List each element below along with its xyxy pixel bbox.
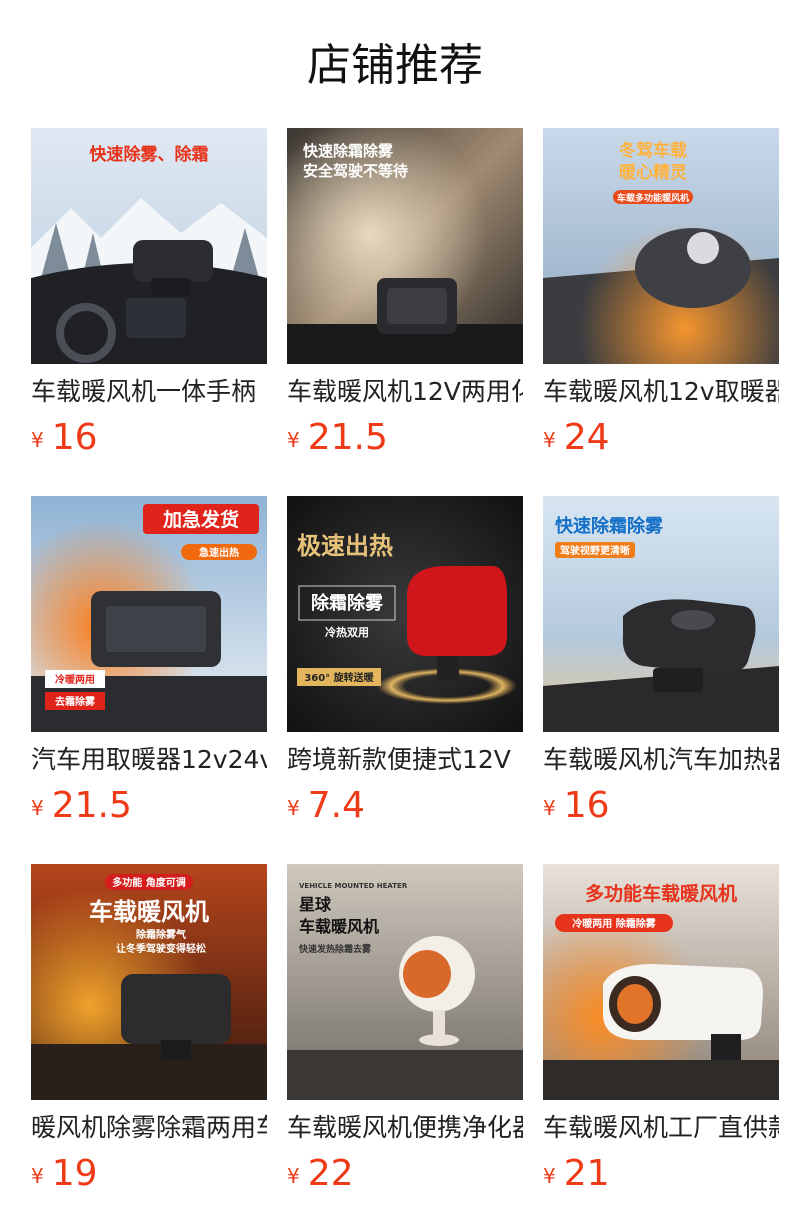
product-name[interactable]: 汽车用取暖器12v24v [31,742,267,778]
banner-line1: 冬驾车载 [619,140,687,161]
product-price: ¥16 [31,416,98,460]
product-price: ¥22 [287,1152,354,1196]
product-name[interactable]: 车载暖风机便携净化器 [287,1110,523,1146]
currency-symbol: ¥ [543,428,556,452]
banner-line1: 极速出热 [297,532,393,560]
product-image[interactable]: 加急发货 急速出热 冷暖两用 去霜除雾 [31,496,267,732]
banner-badge2: 去霜除雾 [55,695,96,708]
product-image[interactable]: 快速除雾、除霜 [31,128,267,364]
product-card[interactable]: 极速出热 除霜除雾 冷热双用 360° 旋转送暖 跨境新款便捷式12V ¥7.4 [287,496,523,836]
currency-symbol: ¥ [31,428,44,452]
banner-line2: 车载暖风机 [299,917,379,936]
product-card[interactable]: 多功能 角度可调 车载暖风机 除霜除雾气 让冬季驾驶变得轻松 暖风机除雾除霜两用… [31,864,267,1204]
product-name[interactable]: 跨境新款便捷式12V [287,742,523,778]
product-card[interactable]: VEHICLE MOUNTED HEATER 星球 车载暖风机 快速发热除霜去雾… [287,864,523,1204]
currency-symbol: ¥ [287,428,300,452]
product-image[interactable]: 冬驾车载 暖心精灵 车载多功能暖风机 [543,128,779,364]
price-amount: 22 [307,1153,354,1194]
price-amount: 19 [51,1153,98,1194]
product-price: ¥21.5 [31,784,132,828]
currency-symbol: ¥ [543,796,556,820]
banner-badge1: 360° 旋转送暖 [304,671,374,684]
product-price: ¥16 [543,784,610,828]
banner-line2: 暖心精灵 [619,162,688,183]
product-name[interactable]: 车载暖风机12v取暖器 [543,374,779,410]
product-card[interactable]: 快速除霜除雾 安全驾驶不等待 车载暖风机12V两用化 ¥21.5 [287,128,523,468]
product-name[interactable]: 暖风机除雾除霜两用车 [31,1110,267,1146]
currency-symbol: ¥ [287,1164,300,1188]
product-price: ¥21.5 [287,416,388,460]
banner-tag: 急速出热 [199,546,239,559]
banner-line3: 让冬季驾驶变得轻松 [116,942,206,955]
currency-symbol: ¥ [543,1164,556,1188]
section-title: 店铺推荐 [307,40,483,91]
product-image[interactable]: 多功能车载暖风机 冷暖两用 除霜除雾 [543,864,779,1100]
product-card[interactable]: 冬驾车载 暖心精灵 车载多功能暖风机 车载暖风机12v取暖器 ¥24 [543,128,779,468]
currency-symbol: ¥ [287,796,300,820]
price-amount: 24 [563,417,610,458]
product-image[interactable]: 多功能 角度可调 车载暖风机 除霜除雾气 让冬季驾驶变得轻松 [31,864,267,1100]
banner-tag: 驾驶视野更清晰 [559,544,630,557]
banner-line1: 快速除霜除雾 [555,515,664,537]
currency-symbol: ¥ [31,1164,44,1188]
banner-tag: 多功能 角度可调 [112,876,185,889]
product-price: ¥21 [543,1152,610,1196]
product-grid: 快速除雾、除霜 车载暖风机一体手柄 ¥16 快速除霜除雾 安全驾驶不等待 车载暖… [31,128,790,1232]
banner-eyebrow: VEHICLE MOUNTED HEATER [299,882,408,890]
banner-line2: 除霜除雾气 [136,928,186,941]
product-name[interactable]: 车载暖风机一体手柄 [31,374,267,410]
product-card[interactable]: 快速除雾、除霜 车载暖风机一体手柄 ¥16 [31,128,267,468]
banner-line1: 多功能车载暖风机 [585,882,737,905]
banner-line1: 快速除霜除雾 [303,142,394,160]
banner-line3: 快速发热除霜去雾 [299,943,372,955]
product-image[interactable]: 极速出热 除霜除雾 冷热双用 360° 旋转送暖 [287,496,523,732]
banner-line1: 快速除雾、除霜 [90,144,209,165]
price-amount: 16 [51,417,98,458]
product-card[interactable]: 多功能车载暖风机 冷暖两用 除霜除雾 车载暖风机工厂直供款 ¥21 [543,864,779,1204]
banner-line2: 除霜除雾 [311,592,384,614]
product-image[interactable]: VEHICLE MOUNTED HEATER 星球 车载暖风机 快速发热除霜去雾 [287,864,523,1100]
product-price: ¥7.4 [287,784,365,828]
product-price: ¥24 [543,416,610,460]
currency-symbol: ¥ [31,796,44,820]
banner-tag: 车载多功能暖风机 [617,192,689,204]
price-amount: 21 [563,1153,610,1194]
product-name[interactable]: 车载暖风机12V两用化 [287,374,523,410]
product-image[interactable]: 快速除霜除雾 驾驶视野更清晰 [543,496,779,732]
banner-tag: 冷暖两用 除霜除雾 [572,917,656,930]
price-amount: 21.5 [307,417,388,458]
product-card[interactable]: 快速除霜除雾 驾驶视野更清晰 车载暖风机汽车加热器 ¥16 [543,496,779,836]
product-image[interactable]: 快速除霜除雾 安全驾驶不等待 [287,128,523,364]
banner-line1: 车载暖风机 [89,898,209,926]
banner-line1: 星球 [299,895,332,914]
price-amount: 16 [563,785,610,826]
price-amount: 7.4 [307,785,365,826]
product-card[interactable]: 加急发货 急速出热 冷暖两用 去霜除雾 汽车用取暖器12v24v ¥21.5 [31,496,267,836]
banner-badge1: 冷暖两用 [55,673,95,686]
banner-line2: 安全驾驶不等待 [303,162,408,180]
product-price: ¥19 [31,1152,98,1196]
product-name[interactable]: 车载暖风机工厂直供款 [543,1110,779,1146]
product-name[interactable]: 车载暖风机汽车加热器 [543,742,779,778]
banner-line3: 冷热双用 [325,625,369,639]
price-amount: 21.5 [51,785,132,826]
banner-line1: 加急发货 [162,508,239,531]
